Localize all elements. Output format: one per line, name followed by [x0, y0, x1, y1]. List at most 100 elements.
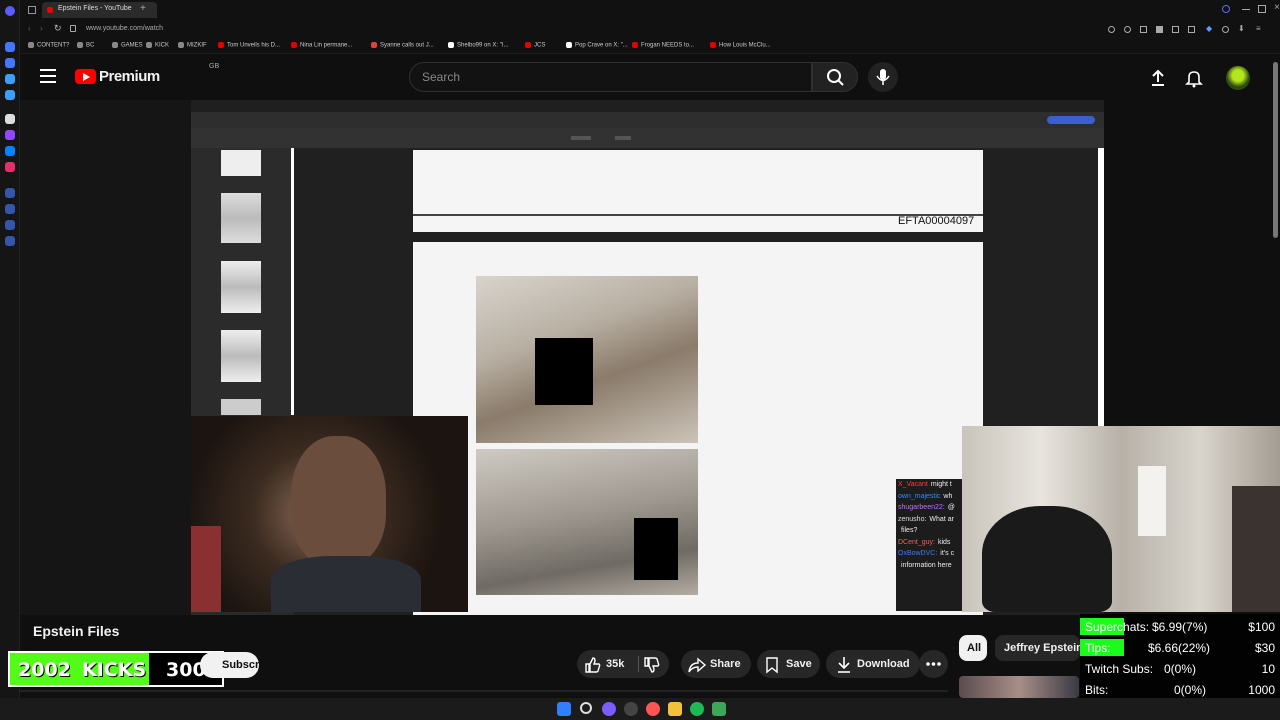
sidebar-app-icon[interactable] [5, 90, 15, 100]
sidebar-app-icon[interactable] [5, 74, 15, 84]
sidebar-app-icon[interactable] [5, 114, 15, 124]
chat-message: files? [896, 525, 962, 537]
bookmark-icon [218, 42, 224, 48]
zoom-icon[interactable] [1108, 26, 1115, 33]
search-icon[interactable] [580, 702, 592, 714]
chip-topic[interactable]: Jeffrey Epstein [995, 635, 1080, 661]
url-field[interactable]: www.youtube.com/watch [86, 25, 163, 32]
stat-row: Twitch Subs: 0(0%) 10 [1080, 658, 1280, 678]
extension-icon[interactable] [1140, 26, 1147, 33]
bookmark-label: How Louis McClu... [719, 42, 771, 49]
bookmark-item[interactable]: JCS [525, 42, 545, 49]
back-icon[interactable]: ‹ [28, 24, 31, 33]
webcam-window [1138, 466, 1166, 536]
chat-message: zenusho: What ar [896, 514, 962, 526]
chip-all[interactable]: All [959, 635, 987, 661]
twitch-icon[interactable] [5, 130, 15, 140]
bookmark-item[interactable]: MIZKIF [178, 42, 207, 49]
shield-icon[interactable] [1156, 26, 1163, 33]
bookmark-label: BC [86, 42, 95, 49]
bookmark-item[interactable]: Frogan NEEDS to... [632, 42, 694, 49]
maximize-icon[interactable] [1258, 5, 1266, 13]
chat-username: DCent_guy: [898, 538, 935, 546]
bookmark-item[interactable]: Pop Crave on X: "... [566, 42, 628, 49]
bookmark-label: Shelbo99 on X: "I... [457, 42, 509, 49]
related-video-thumbnail[interactable] [959, 676, 1079, 698]
extension-icon[interactable] [1124, 26, 1131, 33]
app-icon[interactable] [624, 702, 638, 716]
stat-label: Superchats: [1085, 620, 1150, 634]
extension-icon[interactable] [1172, 26, 1179, 33]
minimize-icon[interactable] [1242, 9, 1250, 10]
extension-icon[interactable] [1222, 26, 1229, 33]
search-input[interactable] [422, 63, 802, 91]
browser-logo-icon[interactable] [5, 6, 15, 16]
stat-row: Superchats: $6.99(7%) $100 [1080, 616, 1280, 636]
windows-start-icon[interactable] [557, 702, 571, 716]
bookmark-icon [28, 42, 34, 48]
close-window-icon[interactable]: × [1274, 2, 1280, 13]
extension-icon[interactable] [1188, 26, 1195, 33]
bookmark-item[interactable]: Shelbo99 on X: "I... [448, 42, 509, 49]
messenger-icon[interactable] [5, 146, 15, 156]
sidebar-app-icon[interactable] [5, 188, 15, 198]
taskbar [0, 698, 1280, 720]
sidebar-app-icon[interactable] [5, 42, 15, 52]
bookmark-item[interactable]: KICK [146, 42, 169, 49]
bookmark-label: GAMES [121, 42, 143, 49]
subscribe-button[interactable]: Subscribe [200, 652, 275, 678]
sidebar-app-icon[interactable] [5, 204, 15, 214]
chat-text: wh [943, 492, 953, 500]
avatar[interactable] [1226, 66, 1250, 90]
create-button[interactable] [1148, 68, 1168, 88]
download-icon[interactable]: ⬇ [1238, 24, 1245, 33]
stat-value: 0(0%) [1174, 683, 1207, 697]
new-tab-icon[interactable]: + [140, 3, 146, 14]
dislike-button[interactable] [638, 650, 669, 678]
chat-username: shugarbeen22: [898, 504, 945, 511]
bookmark-item[interactable]: CONTENT? [28, 42, 69, 49]
voice-search-button[interactable] [868, 62, 898, 92]
reload-icon[interactable]: ↻ [54, 23, 62, 34]
save-button[interactable]: Save [757, 650, 820, 678]
lock-icon [70, 25, 76, 32]
settings-icon[interactable] [5, 236, 15, 246]
stat-row: Bits: 0(0%) 1000 [1080, 679, 1280, 699]
messenger-icon[interactable]: ◆ [1206, 24, 1212, 33]
download-icon [838, 657, 850, 673]
chat-message: OxBowDVC: it's c [896, 548, 962, 560]
search-tabs-icon[interactable] [1222, 5, 1230, 13]
bookmark-item[interactable]: Nina Lin permane... [291, 42, 352, 49]
search-button[interactable] [812, 62, 858, 92]
app-icon[interactable] [712, 702, 726, 716]
bookmark-label: Pop Crave on X: "... [575, 42, 628, 49]
instagram-icon[interactable] [5, 162, 15, 172]
more-actions-button[interactable] [919, 650, 948, 678]
bookmark-item[interactable]: How Louis McClu... [710, 42, 771, 49]
share-button[interactable]: Share [681, 650, 751, 678]
app-icon[interactable] [602, 702, 616, 716]
bookmark-item[interactable]: Tom Unveils his D... [218, 42, 280, 49]
bookmark-icon [632, 42, 638, 48]
pdf-thumbnail [221, 399, 261, 415]
sidebar-app-icon[interactable] [5, 220, 15, 230]
page-scrollbar[interactable] [1273, 62, 1278, 238]
tab-overview-icon[interactable] [28, 6, 36, 14]
menu-icon[interactable]: ≡ [1256, 24, 1261, 33]
address-bar: ‹ › ↻ www.youtube.com/watch ◆ ⬇ ≡ [20, 20, 1280, 40]
notifications-button[interactable] [1184, 68, 1204, 88]
browser-icon[interactable] [646, 702, 660, 716]
download-button[interactable]: Download [826, 650, 920, 678]
folder-icon[interactable] [668, 702, 682, 716]
spotify-icon[interactable] [690, 702, 704, 716]
bookmark-item[interactable]: GAMES [112, 42, 143, 49]
forward-icon[interactable]: › [40, 24, 43, 33]
bookmark-item[interactable]: Syanne calls out J... [371, 42, 434, 49]
chat-message: shugarbeen22: @ [896, 502, 962, 514]
bookmark-item[interactable]: BC [77, 42, 94, 49]
guide-menu-icon[interactable] [40, 69, 56, 83]
chat-username: zenusho: [898, 515, 927, 523]
stat-goal: 1000 [1248, 683, 1275, 697]
stat-label: Twitch Subs: [1085, 662, 1154, 676]
sidebar-app-icon[interactable] [5, 58, 15, 68]
